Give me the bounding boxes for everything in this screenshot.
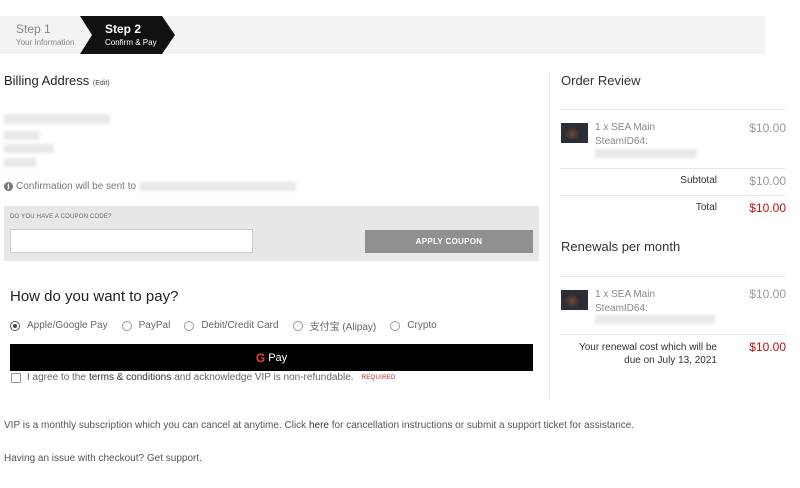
- info-icon: i: [4, 182, 13, 191]
- method-label: Crypto: [407, 320, 437, 331]
- renewal-item: 1 x SEA Main SteamID64:: [595, 288, 655, 316]
- order-item: 1 x SEA Main SteamID64:: [595, 121, 655, 149]
- divider: [560, 276, 785, 277]
- step-1-subtitle: Your Information: [16, 38, 75, 47]
- divider: [560, 168, 785, 169]
- redacted-country: [4, 158, 36, 167]
- renewal-item-name: 1 x SEA Main: [595, 289, 656, 300]
- redacted-steamid: [595, 315, 715, 324]
- payment-method-title: How do you want to pay?: [10, 288, 179, 305]
- step-1-title: Step 1: [16, 22, 51, 36]
- renewal-cost: $10.00: [749, 340, 786, 354]
- terms-link[interactable]: terms & conditions: [89, 372, 171, 383]
- support-link[interactable]: Having an issue with checkout? Get suppo…: [4, 453, 202, 464]
- radio-card[interactable]: [184, 320, 195, 331]
- cancellation-link[interactable]: here: [309, 420, 329, 431]
- divider: [560, 195, 785, 196]
- total-value: $10.00: [749, 201, 786, 215]
- method-label: Apple/Google Pay: [27, 320, 108, 331]
- step-2: Step 2 Confirm & Pay: [80, 16, 175, 54]
- divider: [560, 334, 785, 335]
- subscription-text-b: for cancellation instructions or submit …: [331, 420, 635, 431]
- agree-suffix: and acknowledge VIP is non-refundable.: [174, 372, 354, 383]
- method-label: PayPal: [138, 320, 171, 331]
- terms-checkbox[interactable]: [11, 372, 21, 383]
- edit-link[interactable]: (Edit): [93, 80, 110, 87]
- order-item-steamid-label: SteamID64:: [595, 136, 648, 147]
- required-label: REQUIRED: [361, 374, 396, 381]
- checkout-steps: Step 1 Your Information Step 2 Confirm &…: [0, 16, 765, 54]
- renewal-note: Your renewal cost which will be due on J…: [578, 342, 717, 366]
- apply-coupon-button[interactable]: APPLY COUPON: [365, 230, 533, 253]
- method-card[interactable]: Debit/Credit Card: [184, 320, 279, 331]
- method-alipay[interactable]: 支付宝 (Alipay): [292, 318, 377, 333]
- subtotal-label: Subtotal: [680, 175, 717, 186]
- radio-paypal[interactable]: [121, 320, 132, 331]
- google-pay-label: Pay: [268, 351, 288, 364]
- method-label: Debit/Credit Card: [201, 320, 279, 331]
- step-2-subtitle: Confirm & Pay: [105, 38, 157, 47]
- billing-address-title: Billing Address: [4, 73, 90, 88]
- subscription-text-a: VIP is a monthly subscription which you …: [4, 420, 307, 431]
- order-item-price: $10.00: [749, 121, 786, 135]
- game-thumbnail: [561, 123, 588, 143]
- coupon-input[interactable]: [10, 229, 253, 253]
- renewal-item-price: $10.00: [749, 287, 786, 301]
- renewal-item-steamid-label: SteamID64:: [595, 303, 648, 314]
- google-g-icon: G: [255, 350, 266, 365]
- total-label: Total: [695, 202, 717, 213]
- subtotal-value: $10.00: [749, 174, 786, 188]
- confirmation-text: Confirmation will be sent to: [16, 181, 137, 192]
- radio-apple-google-pay[interactable]: [10, 320, 20, 331]
- redacted-email: [140, 182, 296, 191]
- agree-prefix: I agree to the: [27, 372, 86, 383]
- method-apple-google-pay[interactable]: Apple/Google Pay: [10, 320, 108, 331]
- redacted-address-line: [4, 131, 40, 140]
- coupon-label: DO YOU HAVE A COUPON CODE?: [10, 214, 112, 220]
- redacted-name: [4, 114, 110, 124]
- method-crypto[interactable]: Crypto: [390, 320, 437, 331]
- redacted-city: [4, 144, 54, 153]
- method-label: 支付宝 (Alipay): [309, 322, 377, 333]
- column-divider: [549, 72, 550, 398]
- method-paypal[interactable]: PayPal: [121, 320, 171, 331]
- subscription-info: VIP is a monthly subscription which you …: [4, 420, 634, 431]
- game-thumbnail: [561, 290, 588, 310]
- order-item-name: 1 x SEA Main: [595, 122, 656, 133]
- divider: [560, 109, 785, 110]
- step-1[interactable]: Step 1 Your Information: [8, 16, 80, 54]
- radio-crypto[interactable]: [390, 320, 401, 331]
- order-review-title: Order Review: [561, 73, 641, 88]
- payment-methods: Apple/Google Pay PayPal Debit/Credit Car…: [10, 318, 451, 333]
- billing-address-heading: Billing Address (Edit): [4, 73, 110, 88]
- terms-agreement: I agree to the terms & conditions and ac…: [11, 372, 396, 383]
- coupon-panel: DO YOU HAVE A COUPON CODE? APPLY COUPON: [4, 206, 539, 261]
- confirmation-notice: i Confirmation will be sent to: [4, 181, 136, 192]
- radio-alipay[interactable]: [292, 320, 303, 331]
- redacted-steamid: [595, 149, 697, 158]
- renewals-title: Renewals per month: [561, 239, 681, 254]
- step-2-title: Step 2: [105, 22, 142, 36]
- google-pay-button[interactable]: G Pay: [10, 344, 533, 371]
